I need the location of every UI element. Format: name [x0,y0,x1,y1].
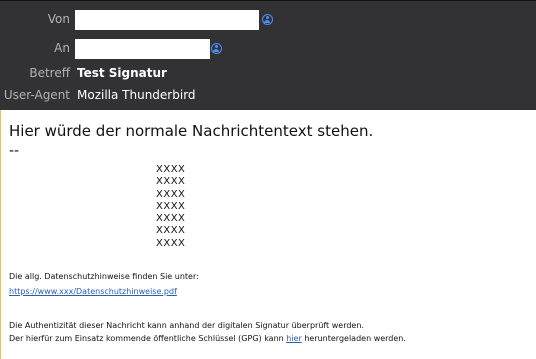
signature-block: XXXX XXXX XXXX XXXX XXXX XXXX XXXX [156,164,185,250]
useragent-label: User-Agent [3,88,70,102]
lead-text: Hier würde der normale Nachrichtentext s… [9,122,374,140]
to-label: An [54,41,70,55]
to-field[interactable] [75,39,210,59]
gpg-key-link[interactable]: hier [286,334,302,343]
signature-line: XXXX [156,225,186,237]
useragent-value: Mozilla Thunderbird [77,88,196,102]
auth-line-2-after: heruntergeladen werden. [301,334,406,343]
signature-line: XXXX [156,200,186,212]
signature-line: XXXX [156,176,186,188]
subject-label: Betreff [29,66,70,80]
signature-line: XXXX [156,213,186,225]
message-header: Von An Betreff Test Signatur User-Agent … [0,0,536,110]
signature-separator: -- [9,143,20,159]
message-body: Hier würde der normale Nachrichtentext s… [0,110,536,359]
auth-line-1: Die Authentizität dieser Nachricht kann … [9,321,364,330]
auth-line-2-before: Der hierfür zum Einsatz kommende öffentl… [9,334,287,343]
contact-icon[interactable] [211,43,222,54]
signature-line: XXXX [156,164,186,175]
auth-line-2: Der hierfür zum Einsatz kommende öffentl… [9,334,406,343]
from-label: Von [47,12,70,26]
from-field[interactable] [75,10,259,30]
privacy-text: Die allg. Datenschutzhinweise finden Sie… [9,272,199,281]
signature-line: XXXX [156,237,186,249]
subject-value: Test Signatur [77,66,167,80]
signature-line: XXXX [156,188,186,200]
privacy-link[interactable]: https://www.xxx/Datenschutzhinweise.pdf [9,287,177,296]
contact-icon[interactable] [262,14,273,25]
